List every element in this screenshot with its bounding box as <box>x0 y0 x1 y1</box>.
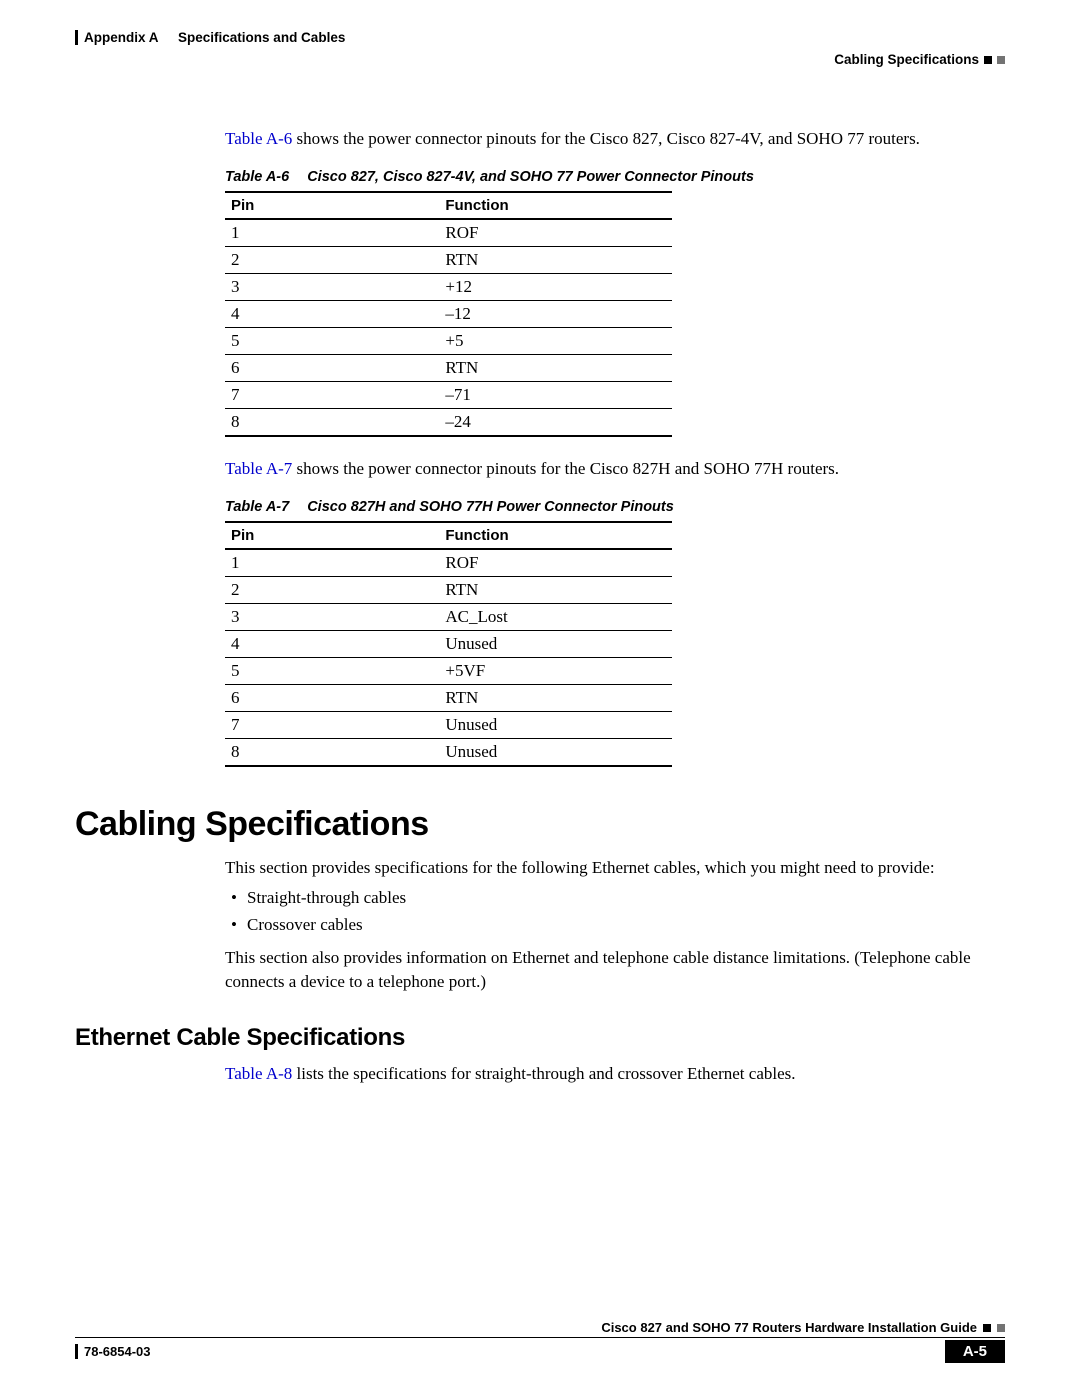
bullet-list: Straight-through cables Crossover cables <box>225 885 995 938</box>
appendix-title: Specifications and Cables <box>178 30 345 45</box>
ethernet-para-text: lists the specifications for straight-th… <box>292 1064 795 1083</box>
table-row: 8–24 <box>225 408 672 436</box>
table-row: 3+12 <box>225 273 672 300</box>
table-row: 2RTN <box>225 246 672 273</box>
content-area: This section provides specifications for… <box>75 856 1005 994</box>
page-number-badge: A-5 <box>945 1340 1005 1363</box>
footer-bottom: 78-6854-03 A-5 <box>75 1340 1005 1363</box>
content-area: Table A-6 shows the power connector pino… <box>75 127 1005 767</box>
col-func: Function <box>439 192 671 219</box>
col-pin: Pin <box>225 522 439 549</box>
table-row: 1ROF <box>225 549 672 577</box>
table-row: 4Unused <box>225 630 672 657</box>
intro-para-a7-text: shows the power connector pinouts for th… <box>292 459 839 478</box>
page-header: Appendix A Specifications and Cables Cab… <box>75 30 1005 67</box>
header-right: Cabling Specifications <box>834 52 1005 67</box>
table-row: 6RTN <box>225 684 672 711</box>
table-a7-link[interactable]: Table A-7 <box>225 459 292 478</box>
appendix-label: Appendix A <box>84 30 159 45</box>
table-row: 1ROF <box>225 219 672 247</box>
caption-title: Cisco 827, Cisco 827-4V, and SOHO 77 Pow… <box>307 169 754 185</box>
table-a6-caption: Table A-6 Cisco 827, Cisco 827-4V, and SO… <box>225 169 995 185</box>
square-icon <box>984 56 992 64</box>
square-icon <box>997 56 1005 64</box>
cabling-para-2: This section also provides information o… <box>225 946 995 994</box>
list-item: Crossover cables <box>225 912 995 938</box>
col-func: Function <box>439 522 671 549</box>
table-row: 5+5VF <box>225 657 672 684</box>
ethernet-para: Table A-8 lists the specifications for s… <box>225 1062 995 1086</box>
table-a7: Pin Function 1ROF 2RTN 3AC_Lost 4Unused … <box>225 521 672 767</box>
header-left: Appendix A Specifications and Cables <box>75 30 345 45</box>
table-row: 7–71 <box>225 381 672 408</box>
book-title: Cisco 827 and SOHO 77 Routers Hardware I… <box>601 1320 977 1335</box>
table-header-row: Pin Function <box>225 522 672 549</box>
intro-para-a6-text: shows the power connector pinouts for th… <box>292 129 920 148</box>
table-row: 7Unused <box>225 711 672 738</box>
table-a6-link[interactable]: Table A-6 <box>225 129 292 148</box>
list-item: Straight-through cables <box>225 885 995 911</box>
section-label: Cabling Specifications <box>834 52 979 67</box>
page-footer: Cisco 827 and SOHO 77 Routers Hardware I… <box>75 1320 1005 1363</box>
header-bar-icon <box>75 30 78 45</box>
square-icon <box>997 1324 1005 1332</box>
intro-para-a6: Table A-6 shows the power connector pino… <box>225 127 995 151</box>
doc-number: 78-6854-03 <box>84 1344 151 1359</box>
table-row: 8Unused <box>225 738 672 766</box>
caption-title: Cisco 827H and SOHO 77H Power Connector … <box>307 499 674 515</box>
footer-bar-icon <box>75 1344 78 1359</box>
table-row: 6RTN <box>225 354 672 381</box>
table-a7-caption: Table A-7 Cisco 827H and SOHO 77H Power C… <box>225 499 995 515</box>
table-row: 3AC_Lost <box>225 603 672 630</box>
table-row: 5+5 <box>225 327 672 354</box>
content-area: Table A-8 lists the specifications for s… <box>75 1062 1005 1086</box>
table-a8-link[interactable]: Table A-8 <box>225 1064 292 1083</box>
caption-num: Table A-7 <box>225 499 289 515</box>
caption-num: Table A-6 <box>225 169 289 185</box>
table-header-row: Pin Function <box>225 192 672 219</box>
table-row: 2RTN <box>225 576 672 603</box>
section-heading-cabling: Cabling Specifications <box>75 805 1005 844</box>
cabling-para-1: This section provides specifications for… <box>225 856 995 880</box>
square-icon <box>983 1324 991 1332</box>
section-heading-ethernet: Ethernet Cable Specifications <box>75 1024 1005 1052</box>
table-row: 4–12 <box>225 300 672 327</box>
intro-para-a7: Table A-7 shows the power connector pino… <box>225 457 995 481</box>
footer-top: Cisco 827 and SOHO 77 Routers Hardware I… <box>75 1320 1005 1338</box>
col-pin: Pin <box>225 192 439 219</box>
table-a6: Pin Function 1ROF 2RTN 3+12 4–12 5+5 6RT… <box>225 191 672 437</box>
footer-left: 78-6854-03 <box>75 1344 151 1359</box>
